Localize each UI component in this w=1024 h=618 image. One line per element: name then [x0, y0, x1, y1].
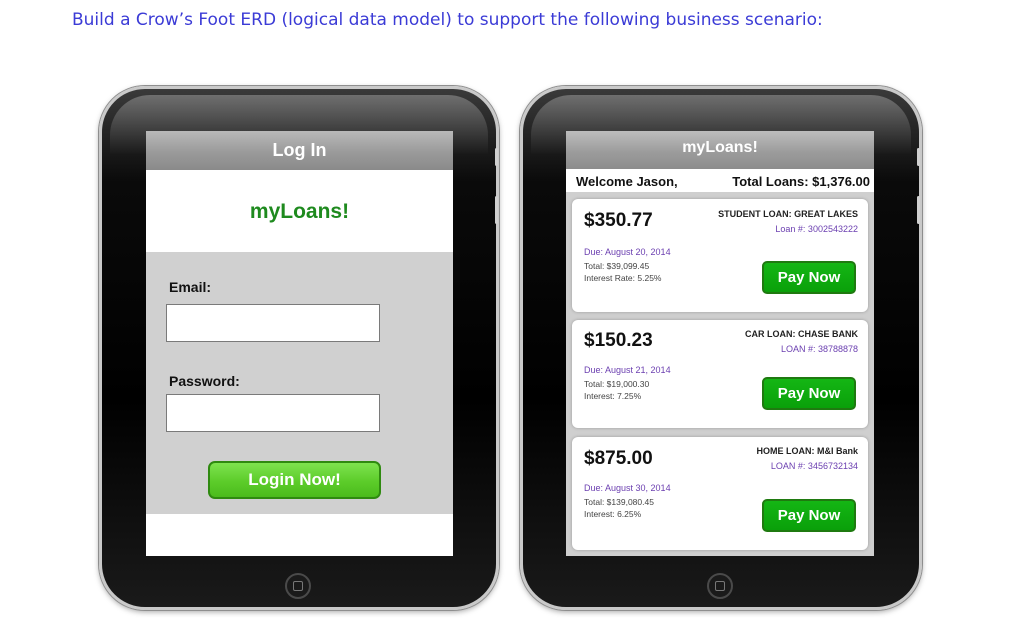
home-button-icon: [285, 573, 311, 599]
loan-amount: $350.77: [584, 210, 653, 231]
side-switch: [917, 148, 920, 166]
loan-card: $150.23 CAR LOAN: CHASE BANK LOAN #: 387…: [572, 320, 868, 428]
volume-rocker: [495, 196, 498, 224]
login-button[interactable]: Login Now!: [208, 461, 381, 499]
loan-due-date: Due: August 21, 2014: [584, 365, 671, 375]
email-label: Email:: [169, 279, 212, 295]
loan-name: STUDENT LOAN: GREAT LAKES: [718, 209, 858, 219]
loan-total: Total: $19,000.30: [584, 379, 650, 389]
loan-due-date: Due: August 20, 2014: [584, 247, 671, 257]
pay-now-button[interactable]: Pay Now: [762, 499, 856, 532]
loan-interest: Interest Rate: 5.25%: [584, 273, 662, 283]
login-form: Email: Password: Login Now!: [146, 252, 453, 514]
loans-title-bar: myLoans!: [566, 131, 874, 169]
home-button-icon: [707, 573, 733, 599]
welcome-bar: Welcome Jason, Total Loans: $1,376.00: [566, 169, 874, 192]
loan-name: HOME LOAN: M&I Bank: [756, 446, 858, 456]
loan-total: Total: $39,099.45: [584, 261, 650, 271]
loan-amount: $150.23: [584, 330, 653, 351]
total-loans: Total Loans: $1,376.00: [732, 174, 870, 189]
instruction-text: Build a Crow’s Foot ERD (logical data mo…: [72, 10, 823, 30]
side-switch: [495, 148, 498, 166]
pay-now-button[interactable]: Pay Now: [762, 261, 856, 294]
loans-screen: myLoans! Welcome Jason, Total Loans: $1,…: [566, 131, 874, 556]
volume-rocker: [917, 196, 920, 224]
loan-card: $350.77 STUDENT LOAN: GREAT LAKES Loan #…: [572, 199, 868, 312]
loan-name: CAR LOAN: CHASE BANK: [745, 329, 858, 339]
loan-card: $875.00 HOME LOAN: M&I Bank LOAN #: 3456…: [572, 437, 868, 550]
password-label: Password:: [169, 373, 240, 389]
login-screen: Log In myLoans! Email: Password: Login N…: [146, 131, 453, 556]
loan-interest: Interest: 7.25%: [584, 391, 642, 401]
loan-total: Total: $139,080.45: [584, 497, 654, 507]
loan-due-date: Due: August 30, 2014: [584, 483, 671, 493]
loan-interest: Interest: 6.25%: [584, 509, 642, 519]
loan-number: Loan #: 3002543222: [775, 224, 858, 234]
loan-amount: $875.00: [584, 448, 653, 469]
email-field[interactable]: [166, 304, 380, 342]
app-brand-logo: myLoans!: [249, 200, 350, 223]
pay-now-button[interactable]: Pay Now: [762, 377, 856, 410]
password-field[interactable]: [166, 394, 380, 432]
loan-number: LOAN #: 38788878: [780, 344, 858, 354]
brand-area: myLoans!: [146, 170, 453, 252]
loan-number: LOAN #: 3456732134: [770, 461, 858, 471]
login-title-bar: Log In: [146, 131, 453, 170]
welcome-text: Welcome Jason,: [576, 174, 678, 189]
